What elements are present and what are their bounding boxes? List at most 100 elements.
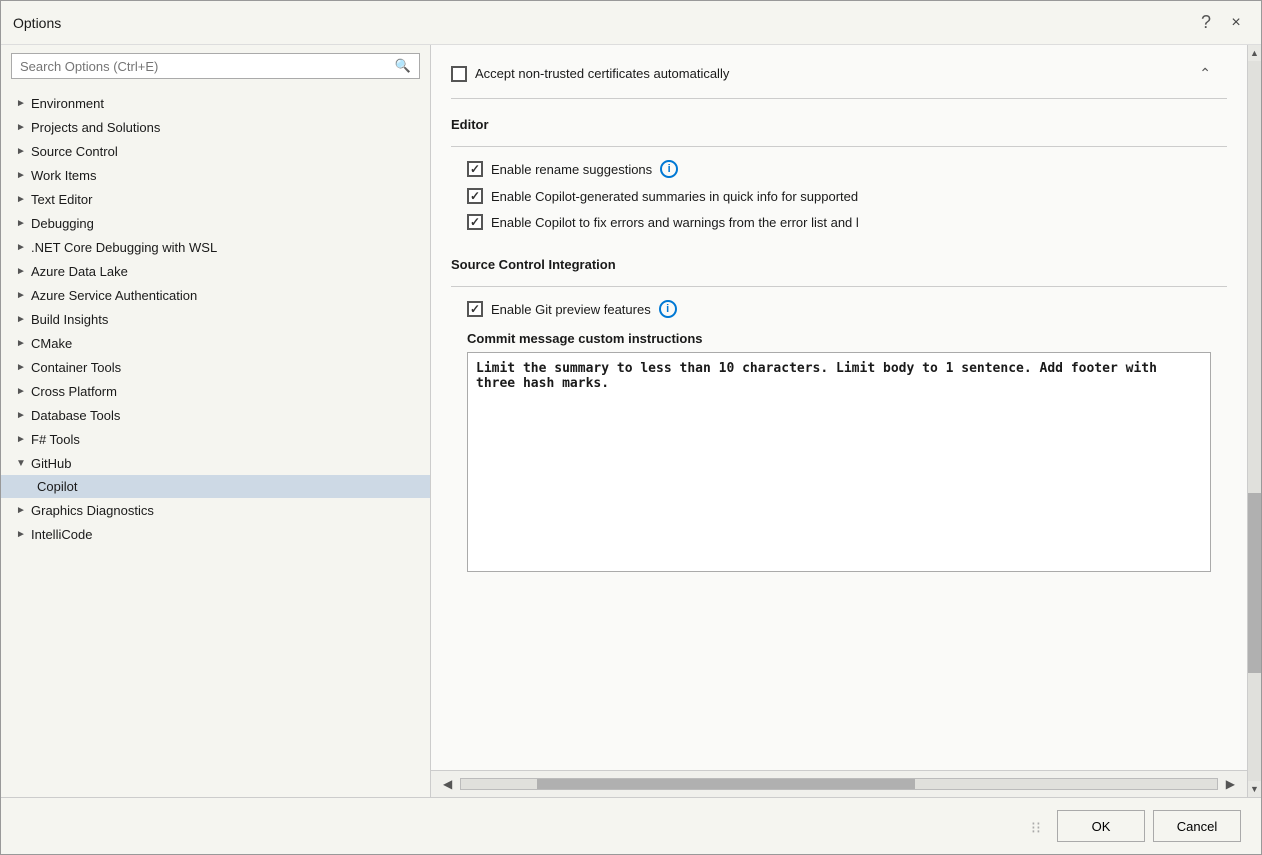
resize-grip: ⁝⁝ [1023, 814, 1049, 842]
section-divider [451, 146, 1227, 147]
sidebar-item-label: Build Insights [31, 312, 108, 327]
chevron-right-icon: ► [13, 287, 29, 303]
sidebar-item-label: .NET Core Debugging with WSL [31, 240, 217, 255]
editor-section-label: Editor [451, 107, 1227, 138]
git-preview-checkbox[interactable] [467, 301, 483, 317]
chevron-right-icon: ► [13, 215, 29, 231]
chevron-right-icon: ► [13, 359, 29, 375]
close-button[interactable]: × [1223, 10, 1249, 36]
scroll-right-arrow[interactable]: ▶ [1222, 775, 1239, 793]
section-divider [451, 286, 1227, 287]
source-control-section-label: Source Control Integration [451, 247, 1227, 278]
title-bar: Options ? × [1, 1, 1261, 45]
chevron-right-icon: ► [13, 311, 29, 327]
git-preview-row: Enable Git preview features i [451, 295, 1227, 323]
collapse-section-button[interactable]: ⌃ [1199, 65, 1211, 82]
search-input[interactable] [20, 59, 395, 74]
sidebar-item-label: Database Tools [31, 408, 120, 423]
right-content: Accept non-trusted certificates automati… [431, 45, 1247, 770]
scroll-track-v[interactable] [1248, 61, 1261, 781]
sidebar-item-label: GitHub [31, 456, 71, 471]
left-panel: 🔍 ► Environment ► Projects and Solutions… [1, 45, 431, 797]
accept-certificates-label: Accept non-trusted certificates automati… [475, 66, 729, 81]
sidebar-item-label: Azure Data Lake [31, 264, 128, 279]
rename-suggestions-label: Enable rename suggestions [491, 162, 652, 177]
options-dialog: Options ? × 🔍 ► Environment ► Projects a… [0, 0, 1262, 855]
sidebar-item-database-tools[interactable]: ► Database Tools [1, 403, 430, 427]
copilot-fix-checkbox[interactable] [467, 214, 483, 230]
horizontal-scrollbar: ◀ ▶ [431, 770, 1247, 797]
info-icon[interactable]: i [660, 160, 678, 178]
sidebar-item-copilot[interactable]: Copilot [1, 475, 430, 498]
top-row: Accept non-trusted certificates automati… [451, 57, 1227, 90]
sidebar-item-graphics-diagnostics[interactable]: ► Graphics Diagnostics [1, 498, 430, 522]
sidebar-item-label: Debugging [31, 216, 94, 231]
sidebar-item-label: Graphics Diagnostics [31, 503, 154, 518]
chevron-right-icon: ► [13, 263, 29, 279]
dialog-title: Options [13, 15, 61, 31]
sidebar-item-net-core-debugging[interactable]: ► .NET Core Debugging with WSL [1, 235, 430, 259]
vertical-scrollbar: ▲ ▼ [1247, 45, 1261, 797]
sidebar-item-label: IntelliCode [31, 527, 92, 542]
section-divider [451, 98, 1227, 99]
sidebar-item-environment[interactable]: ► Environment [1, 91, 430, 115]
scroll-left-arrow[interactable]: ◀ [439, 775, 456, 793]
rename-suggestions-row: Enable rename suggestions i [451, 155, 1227, 183]
scroll-thumb [537, 779, 915, 789]
right-panel: Accept non-trusted certificates automati… [431, 45, 1247, 797]
scroll-up-arrow[interactable]: ▲ [1248, 45, 1261, 61]
main-content: 🔍 ► Environment ► Projects and Solutions… [1, 45, 1261, 797]
sidebar-item-cmake[interactable]: ► CMake [1, 331, 430, 355]
help-button[interactable]: ? [1193, 10, 1219, 36]
cancel-button[interactable]: Cancel [1153, 810, 1241, 842]
tree-list: ► Environment ► Projects and Solutions ►… [1, 87, 430, 797]
accept-certificates-checkbox[interactable] [451, 66, 467, 82]
sidebar-item-cross-platform[interactable]: ► Cross Platform [1, 379, 430, 403]
sidebar-item-debugging[interactable]: ► Debugging [1, 211, 430, 235]
commit-message-textarea[interactable]: Limit the summary to less than 10 charac… [467, 352, 1211, 572]
sidebar-item-work-items[interactable]: ► Work Items [1, 163, 430, 187]
chevron-right-icon: ► [13, 335, 29, 351]
title-bar-controls: ? × [1193, 10, 1249, 36]
sidebar-item-azure-service-auth[interactable]: ► Azure Service Authentication [1, 283, 430, 307]
chevron-right-icon: ► [13, 191, 29, 207]
sidebar-item-container-tools[interactable]: ► Container Tools [1, 355, 430, 379]
sidebar-item-intellicode[interactable]: ► IntelliCode [1, 522, 430, 546]
right-container: Accept non-trusted certificates automati… [431, 45, 1261, 797]
footer: ⁝⁝ OK Cancel [1, 797, 1261, 854]
chevron-right-icon: ► [13, 143, 29, 159]
sidebar-item-build-insights[interactable]: ► Build Insights [1, 307, 430, 331]
sidebar-item-label: Copilot [37, 479, 77, 494]
info-icon-git[interactable]: i [659, 300, 677, 318]
scroll-down-arrow[interactable]: ▼ [1248, 781, 1261, 797]
chevron-right-icon: ► [13, 407, 29, 423]
sidebar-item-fsharp-tools[interactable]: ► F# Tools [1, 427, 430, 451]
sidebar-item-label: Cross Platform [31, 384, 117, 399]
ok-button[interactable]: OK [1057, 810, 1145, 842]
sidebar-item-azure-data-lake[interactable]: ► Azure Data Lake [1, 259, 430, 283]
chevron-right-icon: ► [13, 95, 29, 111]
copilot-summaries-row: Enable Copilot-generated summaries in qu… [451, 183, 1227, 209]
search-bar: 🔍 [11, 53, 420, 79]
sidebar-item-label: Environment [31, 96, 104, 111]
scroll-track[interactable] [460, 778, 1218, 790]
sidebar-item-label: Azure Service Authentication [31, 288, 197, 303]
sidebar-item-label: Source Control [31, 144, 118, 159]
sidebar-item-label: CMake [31, 336, 72, 351]
chevron-right-icon: ► [13, 526, 29, 542]
sidebar-item-label: Text Editor [31, 192, 92, 207]
copilot-fix-label: Enable Copilot to fix errors and warning… [491, 215, 859, 230]
sidebar-item-projects-solutions[interactable]: ► Projects and Solutions [1, 115, 430, 139]
copilot-summaries-checkbox[interactable] [467, 188, 483, 204]
sidebar-item-label: Work Items [31, 168, 97, 183]
commit-label: Commit message custom instructions [451, 323, 1227, 352]
chevron-down-icon: ▼ [13, 455, 29, 471]
rename-suggestions-checkbox[interactable] [467, 161, 483, 177]
chevron-right-icon: ► [13, 431, 29, 447]
sidebar-item-source-control[interactable]: ► Source Control [1, 139, 430, 163]
chevron-right-icon: ► [13, 383, 29, 399]
sidebar-item-label: Container Tools [31, 360, 121, 375]
sidebar-item-text-editor[interactable]: ► Text Editor [1, 187, 430, 211]
chevron-right-icon: ► [13, 119, 29, 135]
sidebar-item-github[interactable]: ▼ GitHub [1, 451, 430, 475]
